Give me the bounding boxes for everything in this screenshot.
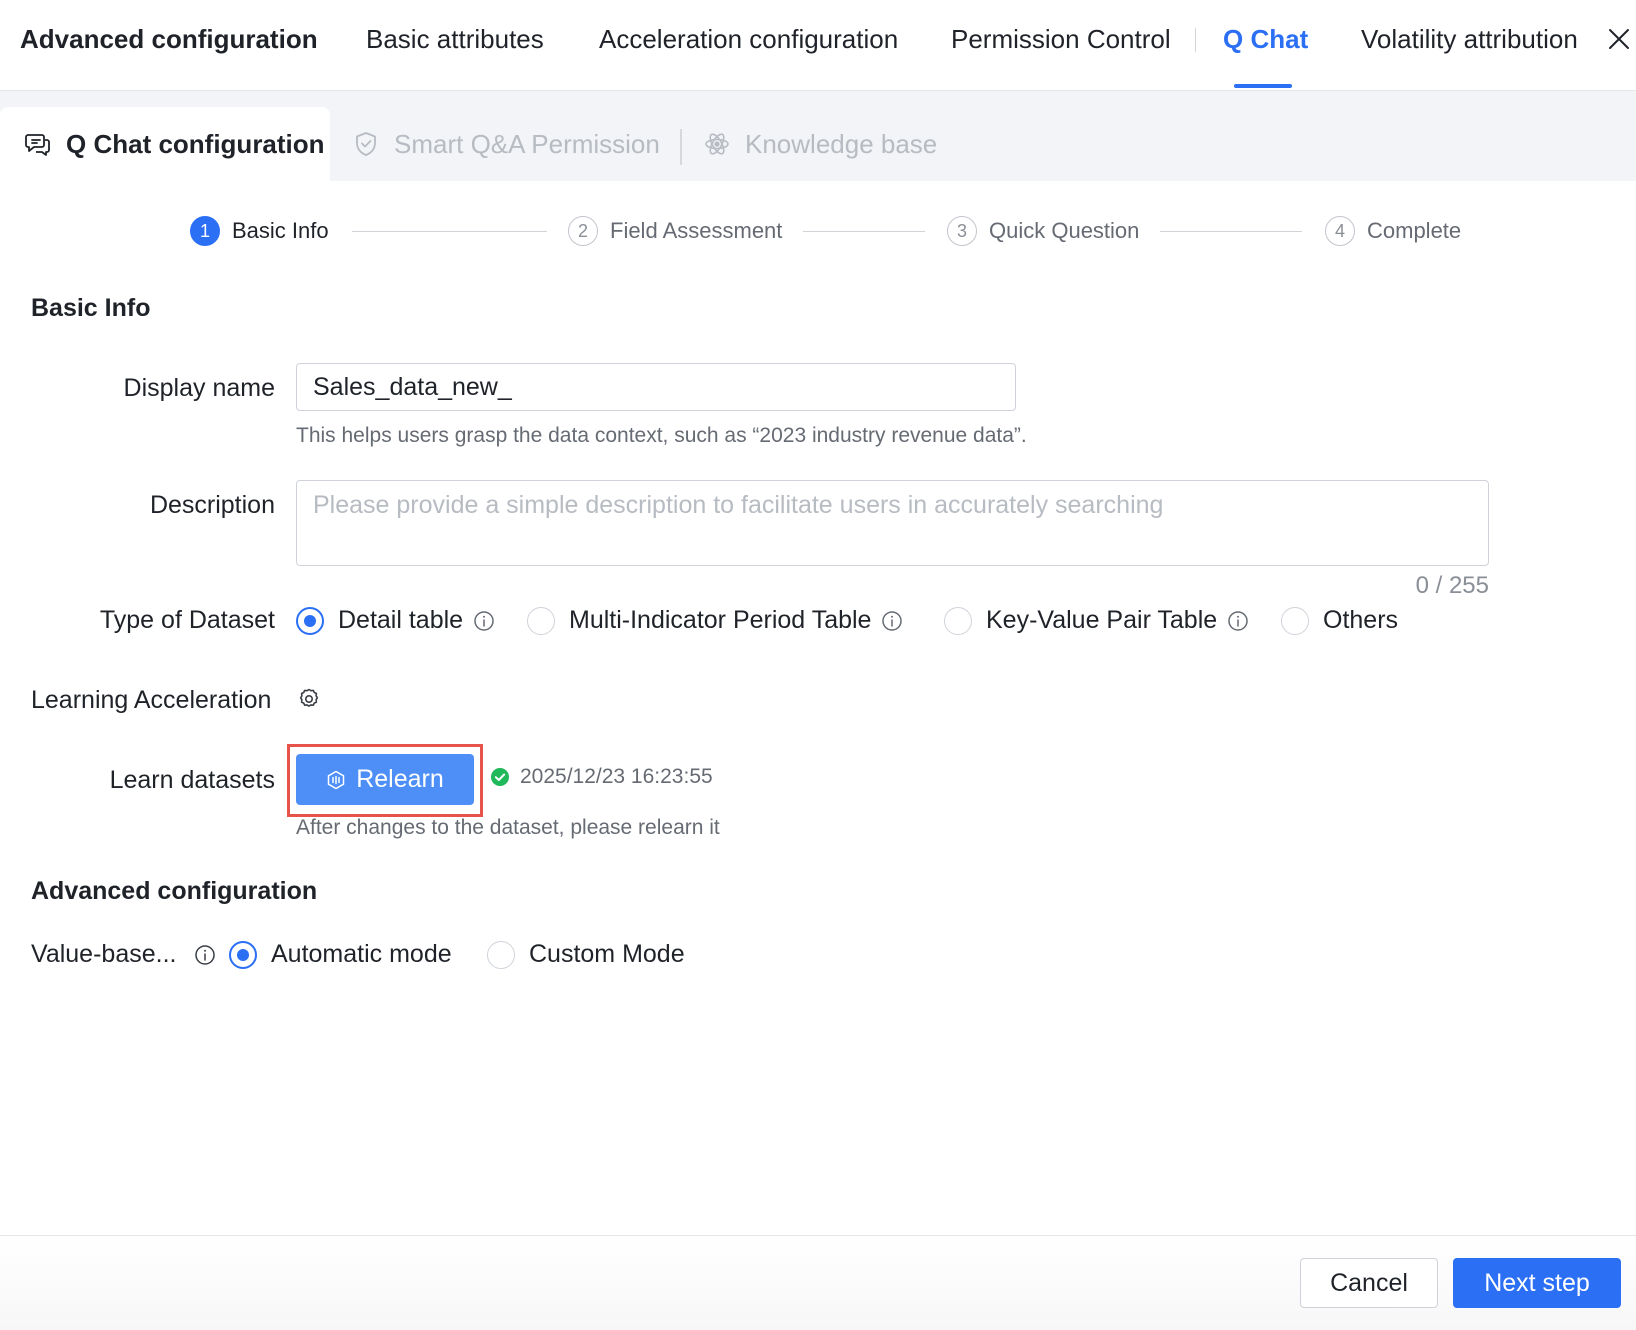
learn-status-time: 2025/12/23 16:23:55 [520, 765, 713, 788]
sub-tab-bar: Q Chat configuration Smart Q&A Permissio… [0, 91, 1636, 181]
step-connector [352, 231, 547, 232]
atom-icon [703, 130, 731, 158]
subtab-divider [680, 129, 682, 165]
radio-dot [944, 606, 972, 635]
section-title-advanced-configuration: Advanced configuration [31, 877, 318, 905]
learn-status: 2025/12/23 16:23:55 [490, 765, 713, 789]
radio-detail-table[interactable]: Detail table [296, 606, 495, 635]
subtab-smart-qa-permission[interactable]: Smart Q&A Permission [352, 107, 660, 181]
learn-datasets-label: Learn datasets [109, 766, 275, 794]
step-number: 3 [947, 216, 977, 246]
step-number: 2 [568, 216, 598, 246]
step-complete: 4 Complete [1325, 216, 1461, 246]
description-label: Description [149, 491, 275, 519]
relearn-icon [326, 770, 346, 790]
tab-divider [1195, 28, 1196, 52]
step-field-assessment: 2 Field Assessment [568, 216, 782, 246]
value-based-field: Value-base... [31, 940, 216, 969]
display-name-input[interactable] [296, 363, 1016, 411]
tab-basic-attributes[interactable]: Basic attributes [366, 24, 544, 55]
active-tab-indicator [1234, 84, 1292, 88]
step-connector [1160, 231, 1302, 232]
subtab-knowledge-base[interactable]: Knowledge base [703, 107, 937, 181]
learn-datasets-help: After changes to the dataset, please rel… [296, 816, 720, 839]
step-connector [803, 231, 925, 232]
tab-q-chat[interactable]: Q Chat [1223, 24, 1308, 55]
info-icon[interactable] [473, 610, 495, 632]
dataset-type-label: Type of Dataset [99, 606, 275, 634]
radio-label: Key-Value Pair Table [986, 606, 1218, 634]
close-icon[interactable] [1606, 26, 1632, 52]
step-number: 4 [1325, 216, 1355, 246]
display-name-help: This helps users grasp the data context,… [296, 424, 1027, 447]
shield-icon [352, 130, 380, 158]
radio-dot [527, 606, 555, 635]
section-title-basic-info: Basic Info [31, 294, 151, 322]
radio-dot [1281, 606, 1309, 635]
description-char-counter: 0 / 255 [1415, 572, 1489, 599]
success-check-icon [490, 767, 510, 787]
info-icon[interactable] [194, 944, 216, 966]
radio-label: Automatic mode [271, 940, 452, 968]
radio-key-value-pair-table[interactable]: Key-Value Pair Table [944, 606, 1249, 635]
radio-others[interactable]: Others [1281, 606, 1398, 635]
radio-dot [487, 940, 515, 969]
radio-label: Others [1323, 606, 1399, 634]
info-icon[interactable] [881, 610, 903, 632]
step-basic-info: 1 Basic Info [190, 216, 329, 246]
radio-label: Detail table [338, 606, 464, 634]
tab-acceleration-configuration[interactable]: Acceleration configuration [599, 24, 898, 55]
gear-icon[interactable] [297, 687, 321, 711]
radio-custom-mode[interactable]: Custom Mode [487, 940, 685, 969]
radio-label: Custom Mode [529, 940, 685, 968]
subtab-label: Knowledge base [745, 128, 938, 159]
top-tab-bar: Advanced configuration Basic attributes … [0, 0, 1636, 91]
info-icon[interactable] [1227, 610, 1249, 632]
subtab-q-chat-configuration[interactable]: Q Chat configuration [0, 107, 330, 181]
tab-volatility-attribution[interactable]: Volatility attribution [1361, 24, 1578, 55]
step-label: Field Assessment [610, 218, 783, 243]
subtab-label: Q Chat configuration [66, 128, 325, 159]
step-label: Complete [1367, 218, 1462, 243]
display-name-label: Display name [123, 374, 275, 402]
radio-automatic-mode[interactable]: Automatic mode [229, 940, 452, 969]
step-quick-question: 3 Quick Question [947, 216, 1139, 246]
step-label: Basic Info [232, 218, 329, 243]
radio-label: Multi-Indicator Period Table [569, 606, 872, 634]
next-step-button[interactable]: Next step [1453, 1258, 1621, 1308]
radio-multi-indicator-period-table[interactable]: Multi-Indicator Period Table [527, 606, 903, 635]
value-based-label: Value-base... [31, 940, 177, 968]
learning-acceleration-label: Learning Acceleration [31, 686, 272, 714]
cancel-button[interactable]: Cancel [1300, 1258, 1438, 1308]
page-title: Advanced configuration [20, 24, 318, 54]
description-textarea[interactable] [296, 480, 1489, 566]
step-number: 1 [190, 216, 220, 246]
step-label: Quick Question [989, 218, 1140, 243]
radio-dot [229, 940, 257, 969]
chat-icon [24, 130, 52, 158]
subtab-label: Smart Q&A Permission [394, 128, 660, 159]
relearn-button-label: Relearn [356, 765, 444, 793]
relearn-button[interactable]: Relearn [296, 754, 474, 805]
radio-dot [296, 606, 324, 635]
tab-permission-control[interactable]: Permission Control [951, 24, 1171, 55]
